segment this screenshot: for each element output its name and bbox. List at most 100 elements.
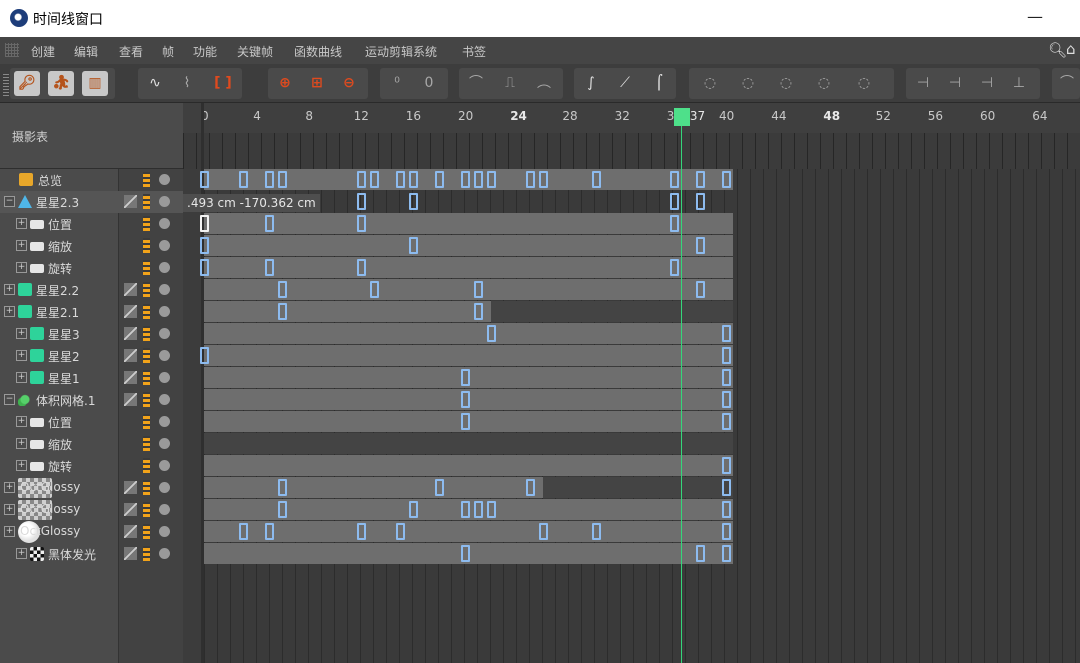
keyframe[interactable] [722, 369, 731, 386]
keyframe[interactable] [265, 171, 275, 188]
track-row[interactable]: − 体积网格.1 [0, 389, 183, 411]
track-row[interactable]: + 黑体发光 [0, 543, 183, 565]
keyframe[interactable] [526, 479, 536, 496]
keyframe[interactable] [695, 171, 705, 188]
keyframe[interactable] [356, 259, 366, 276]
lock-1-icon[interactable]: ⊣ [910, 71, 936, 96]
keyframe[interactable] [200, 215, 209, 232]
solo-toggle-icon[interactable] [124, 327, 137, 340]
expand-icon[interactable]: + [16, 438, 27, 449]
menu-create[interactable]: 创建 [31, 43, 55, 60]
enable-dot-icon[interactable] [159, 548, 170, 559]
collapse-icon[interactable]: − [4, 394, 15, 405]
track-mode-icon[interactable] [143, 392, 150, 407]
expand-icon[interactable]: + [16, 460, 27, 471]
keyframe[interactable] [434, 479, 444, 496]
keyframe[interactable] [591, 171, 601, 188]
keyframe[interactable] [278, 171, 288, 188]
enable-dot-icon[interactable] [159, 284, 170, 295]
enable-dot-icon[interactable] [159, 394, 170, 405]
keyframe[interactable] [408, 193, 418, 210]
keyframe[interactable] [722, 523, 731, 540]
enable-dot-icon[interactable] [159, 504, 170, 515]
keyframe[interactable] [669, 259, 679, 276]
solo-toggle-icon[interactable] [124, 371, 137, 384]
track-mode-icon[interactable] [143, 260, 150, 275]
keyframe[interactable] [369, 281, 379, 298]
ease-arch-icon[interactable]: ︵ [531, 71, 557, 96]
add-key-multiple-icon[interactable]: ⊞ [304, 71, 330, 96]
keyframe[interactable] [278, 501, 288, 518]
toolbar-grip-icon[interactable] [3, 72, 9, 96]
ruler-track-strip[interactable] [183, 133, 1080, 169]
track-row[interactable]: + 缩放 [0, 433, 183, 455]
keyframe[interactable] [669, 193, 679, 210]
solo-toggle-icon[interactable] [124, 503, 137, 516]
enable-dot-icon[interactable] [159, 526, 170, 537]
keyframe[interactable] [200, 171, 209, 188]
enable-dot-icon[interactable] [159, 196, 170, 207]
expand-icon[interactable]: + [16, 350, 27, 361]
keyframe[interactable] [695, 281, 705, 298]
keyframe[interactable] [369, 171, 379, 188]
enable-dot-icon[interactable] [159, 416, 170, 427]
track-row[interactable]: + 星星2 [0, 345, 183, 367]
frame-ruler[interactable]: 0481216202428323640444852566064 [183, 103, 1080, 133]
keyframe[interactable] [408, 237, 418, 254]
menu-frame[interactable]: 帧 [162, 43, 174, 60]
track-row[interactable]: + 星星2.1 [0, 301, 183, 323]
keyframe[interactable] [265, 259, 275, 276]
keyframe[interactable] [461, 501, 470, 518]
keyframe[interactable] [722, 413, 731, 430]
keyframe[interactable] [695, 237, 705, 254]
enable-dot-icon[interactable] [159, 482, 170, 493]
keyframe[interactable] [356, 523, 366, 540]
track-row[interactable]: + 星星1 [0, 367, 183, 389]
keyframe[interactable] [461, 413, 470, 430]
key-tangent-1-icon[interactable]: ◌ [697, 71, 723, 96]
playhead-line[interactable] [680, 108, 682, 663]
key-mode-icon[interactable]: 🔑︎ [14, 71, 40, 96]
keyframe[interactable] [526, 171, 536, 188]
keyframe[interactable] [669, 215, 679, 232]
keyframe[interactable] [239, 523, 249, 540]
keyframe[interactable] [539, 523, 549, 540]
lock-3-icon[interactable]: ⊣ [974, 71, 1000, 96]
keyframe[interactable] [722, 457, 731, 474]
track-mode-icon[interactable] [143, 326, 150, 341]
keyframe[interactable] [722, 545, 731, 562]
keyframe[interactable] [722, 347, 731, 364]
keyframe[interactable] [265, 215, 275, 232]
track-row[interactable]: + 旋转 [0, 455, 183, 477]
menu-keys[interactable]: 关键帧 [237, 43, 273, 60]
keyframe[interactable] [487, 171, 497, 188]
enable-dot-icon[interactable] [159, 240, 170, 251]
track-mode-icon[interactable] [143, 304, 150, 319]
ease-peak-icon[interactable]: ⌒ [463, 71, 489, 96]
add-key-icon[interactable]: ⊕ [272, 71, 298, 96]
spline-in-icon[interactable]: ⟋ [612, 71, 638, 96]
enable-dot-icon[interactable] [159, 306, 170, 317]
home-icon[interactable]: ⌂ [1066, 40, 1076, 58]
zero-icon[interactable]: ⁰ [384, 71, 410, 96]
menu-view[interactable]: 查看 [119, 43, 143, 60]
keyframe[interactable] [278, 479, 288, 496]
keyframe[interactable] [474, 303, 484, 320]
track-mode-icon[interactable] [143, 348, 150, 363]
track-mode-icon[interactable] [143, 502, 150, 517]
enable-dot-icon[interactable] [159, 328, 170, 339]
keyframe[interactable] [356, 215, 366, 232]
keyframe[interactable] [695, 193, 705, 210]
keyframe[interactable] [434, 171, 444, 188]
menu-functions[interactable]: 功能 [193, 43, 217, 60]
track-mode-icon[interactable] [143, 282, 150, 297]
menu-edit[interactable]: 编辑 [74, 43, 98, 60]
menu-fcurve[interactable]: 函数曲线 [294, 43, 342, 60]
track-mode-icon[interactable] [143, 524, 150, 539]
spline-s-icon[interactable]: ∫ [578, 71, 604, 96]
expand-icon[interactable]: + [16, 548, 27, 559]
track-row[interactable]: + OctGlossy [0, 477, 183, 499]
enable-dot-icon[interactable] [159, 460, 170, 471]
track-mode-icon[interactable] [143, 480, 150, 495]
enable-dot-icon[interactable] [159, 350, 170, 361]
